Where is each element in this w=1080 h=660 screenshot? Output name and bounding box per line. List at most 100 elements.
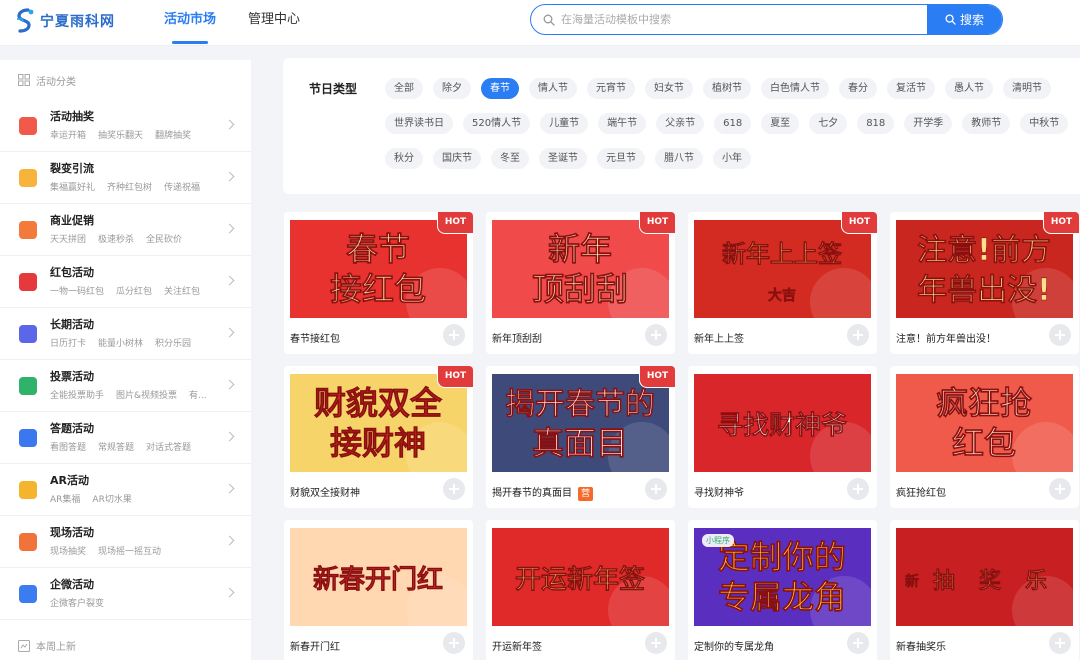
filter-tag[interactable]: 520情人节 bbox=[463, 113, 531, 134]
filter-tag[interactable]: 端午节 bbox=[598, 113, 647, 134]
filter-tag[interactable]: 全部 bbox=[385, 78, 423, 99]
filter-tag[interactable]: 国庆节 bbox=[433, 148, 481, 169]
filter-tag[interactable]: 儿童节 bbox=[540, 113, 589, 134]
template-card[interactable]: 新春开门红 新春开门红 bbox=[284, 520, 473, 660]
search-button[interactable]: 搜索 bbox=[927, 5, 1002, 34]
sidebar-subcategory[interactable]: AR切水果 bbox=[92, 492, 131, 505]
filter-tag[interactable]: 植树节 bbox=[703, 78, 751, 99]
filter-tag[interactable]: 春节 bbox=[481, 78, 519, 99]
sidebar-item[interactable]: 长期活动 日历打卡 能量小树林 积分乐园 bbox=[0, 308, 251, 360]
add-template-button[interactable] bbox=[1049, 324, 1071, 346]
sidebar-subcategory[interactable]: 企微客户裂变 bbox=[50, 596, 104, 609]
add-template-button[interactable] bbox=[645, 632, 667, 654]
template-thumbnail[interactable]: 定制你的 专属龙角 小程序 bbox=[694, 528, 871, 626]
sidebar-item[interactable]: AR活动 AR集福 AR切水果 bbox=[0, 464, 251, 516]
template-card[interactable]: 新抽奖乐新春抽奖乐 bbox=[890, 520, 1079, 660]
filter-tag[interactable]: 腊八节 bbox=[655, 148, 703, 169]
sidebar-item[interactable]: 红包活动 一物一码红包 瓜分红包 关注红包 bbox=[0, 256, 251, 308]
sidebar-subcategory[interactable]: 瓜分红包 bbox=[116, 284, 152, 297]
sidebar-subcategory[interactable]: 现场抽奖 bbox=[50, 544, 86, 557]
sidebar-subcategory[interactable]: 关注红包 bbox=[164, 284, 200, 297]
add-template-button[interactable] bbox=[847, 478, 869, 500]
template-card[interactable]: 揭开春节的 真面目 HOT 揭开春节的真面目营 bbox=[486, 366, 675, 508]
add-template-button[interactable] bbox=[443, 632, 465, 654]
sidebar-item[interactable]: 企微活动 企微客户裂变 bbox=[0, 568, 251, 620]
sidebar-subcategory[interactable]: 积分乐园 bbox=[155, 336, 191, 349]
filter-tag[interactable]: 圣诞节 bbox=[539, 148, 587, 169]
template-thumbnail[interactable]: 揭开春节的 真面目 bbox=[492, 374, 669, 472]
filter-tag[interactable]: 元旦节 bbox=[597, 148, 645, 169]
filter-tag[interactable]: 清明节 bbox=[1003, 78, 1051, 99]
sidebar-subcategory[interactable]: 一物一码红包 bbox=[50, 284, 104, 297]
template-card[interactable]: 新年上上签 大吉 HOT 新年上上签 bbox=[688, 212, 877, 354]
template-thumbnail[interactable]: 新抽奖乐 bbox=[896, 528, 1073, 626]
template-card[interactable]: 注意!前方 年兽出没! HOT 注意！前方年兽出没！ bbox=[890, 212, 1079, 354]
sidebar-subcategory[interactable]: 现场摇一摇互动 bbox=[98, 544, 161, 557]
template-thumbnail[interactable]: 新年 顶刮刮 bbox=[492, 220, 669, 318]
site-logo[interactable]: 宁夏雨科网 bbox=[14, 6, 115, 36]
search-input[interactable] bbox=[561, 13, 927, 26]
template-thumbnail[interactable]: 开运新年签 bbox=[492, 528, 669, 626]
sidebar-subcategory[interactable]: 齐种红包树 bbox=[107, 180, 152, 193]
nav-activity-market[interactable]: 活动市场 bbox=[164, 0, 216, 46]
filter-tag[interactable]: 白色情人节 bbox=[761, 78, 829, 99]
sidebar-subcategory[interactable]: 天天拼团 bbox=[50, 232, 86, 245]
add-template-button[interactable] bbox=[1049, 478, 1071, 500]
template-thumbnail[interactable]: 新春开门红 bbox=[290, 528, 467, 626]
template-thumbnail[interactable]: 注意!前方 年兽出没! bbox=[896, 220, 1073, 318]
filter-tag[interactable]: 春分 bbox=[839, 78, 877, 99]
filter-tag[interactable]: 小年 bbox=[713, 148, 751, 169]
filter-tag[interactable]: 教师节 bbox=[962, 113, 1011, 134]
add-template-button[interactable] bbox=[847, 324, 869, 346]
filter-tag[interactable]: 818 bbox=[857, 113, 895, 134]
sidebar-subcategory[interactable]: 全能投票助手 bbox=[50, 388, 104, 401]
sidebar-subcategory[interactable]: 幸运开箱 bbox=[50, 128, 86, 141]
template-card[interactable]: 定制你的 专属龙角 小程序 定制你的专属龙角 bbox=[688, 520, 877, 660]
sidebar-footer[interactable]: 本周上新 bbox=[18, 638, 76, 653]
template-thumbnail[interactable]: 财貌双全 接财神 bbox=[290, 374, 467, 472]
template-card[interactable]: 财貌双全 接财神 HOT 财貌双全接财神 bbox=[284, 366, 473, 508]
sidebar-subcategory[interactable]: 抽奖乐翻天 bbox=[98, 128, 143, 141]
filter-tag[interactable]: 秋分 bbox=[385, 148, 423, 169]
filter-tag[interactable]: 愚人节 bbox=[945, 78, 993, 99]
add-template-button[interactable] bbox=[443, 478, 465, 500]
add-template-button[interactable] bbox=[645, 478, 667, 500]
sidebar-subcategory[interactable]: 全民砍价 bbox=[146, 232, 182, 245]
sidebar-subcategory[interactable]: 日历打卡 bbox=[50, 336, 86, 349]
sidebar-item[interactable]: 现场活动 现场抽奖 现场摇一摇互动 bbox=[0, 516, 251, 568]
sidebar-subcategory[interactable]: 常规答题 bbox=[98, 440, 134, 453]
filter-tag[interactable]: 开学季 bbox=[904, 113, 953, 134]
template-card[interactable]: 新年 顶刮刮 HOT 新年顶刮刮 bbox=[486, 212, 675, 354]
template-thumbnail[interactable]: 寻找财神爷 bbox=[694, 374, 871, 472]
filter-tag[interactable]: 元宵节 bbox=[587, 78, 635, 99]
template-thumbnail[interactable]: 新年上上签 大吉 bbox=[694, 220, 871, 318]
filter-tag[interactable]: 七夕 bbox=[809, 113, 848, 134]
sidebar-subcategory[interactable]: 对话式答题 bbox=[146, 440, 191, 453]
sidebar-subcategory[interactable]: 集福赢好礼 bbox=[50, 180, 95, 193]
filter-tag[interactable]: 夏至 bbox=[761, 113, 800, 134]
template-card[interactable]: 寻找财神爷 寻找财神爷 bbox=[688, 366, 877, 508]
sidebar-item[interactable]: 活动抽奖 幸运开箱 抽奖乐翻天 翻牌抽奖 bbox=[0, 100, 251, 152]
sidebar-item[interactable]: 答题活动 看图答题 常规答题 对话式答题 bbox=[0, 412, 251, 464]
sidebar-subcategory[interactable]: 看图答题 bbox=[50, 440, 86, 453]
add-template-button[interactable] bbox=[847, 632, 869, 654]
add-template-button[interactable] bbox=[443, 324, 465, 346]
template-thumbnail[interactable]: 疯狂抢 红包 bbox=[896, 374, 1073, 472]
template-card[interactable]: 春节 接红包 HOT 春节接红包 bbox=[284, 212, 473, 354]
filter-tag[interactable]: 情人节 bbox=[529, 78, 577, 99]
filter-tag[interactable]: 中秋节 bbox=[1020, 113, 1069, 134]
template-card[interactable]: 疯狂抢 红包 疯狂抢红包 bbox=[890, 366, 1079, 508]
sidebar-subcategory[interactable]: AR集福 bbox=[50, 492, 80, 505]
sidebar-subcategory[interactable]: 能量小树林 bbox=[98, 336, 143, 349]
template-thumbnail[interactable]: 春节 接红包 bbox=[290, 220, 467, 318]
filter-tag[interactable]: 妇女节 bbox=[645, 78, 693, 99]
sidebar-subcategory[interactable]: 极速秒杀 bbox=[98, 232, 134, 245]
nav-management-center[interactable]: 管理中心 bbox=[248, 0, 300, 46]
sidebar-subcategory[interactable]: 图片&视频投票 bbox=[116, 388, 177, 401]
filter-tag[interactable]: 世界读书日 bbox=[385, 113, 453, 134]
filter-tag[interactable]: 冬至 bbox=[491, 148, 529, 169]
filter-tag[interactable]: 复活节 bbox=[887, 78, 935, 99]
add-template-button[interactable] bbox=[645, 324, 667, 346]
sidebar-subcategory[interactable]: 传递祝福 bbox=[164, 180, 200, 193]
filter-tag[interactable]: 父亲节 bbox=[656, 113, 705, 134]
